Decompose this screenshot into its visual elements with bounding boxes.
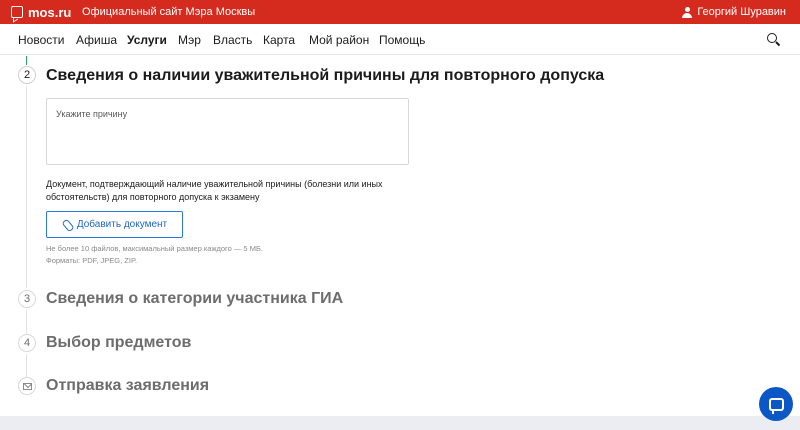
upload-limits: Не более 10 файлов, максимальный размер … [46, 243, 263, 267]
add-document-label: Добавить документ [76, 219, 168, 230]
upload-limit-size: Не более 10 файлов, максимальный размер … [46, 244, 263, 253]
nav-item-help[interactable]: Помощь [379, 33, 425, 47]
nav-item-mayor[interactable]: Мэр [178, 33, 201, 47]
nav-item-services[interactable]: Услуги [127, 33, 167, 47]
timeline-line [26, 86, 27, 288]
user-profile[interactable]: Георгий Шуравин [682, 6, 786, 18]
user-name: Георгий Шуравин [697, 6, 786, 18]
top-bar: mos.ru Официальный сайт Мэра Москвы Геор… [0, 0, 800, 24]
nav-item-my-district[interactable]: Мой район [309, 33, 369, 47]
step-envelope-badge [18, 377, 36, 395]
nav-item-map[interactable]: Карта [263, 33, 295, 47]
user-icon [682, 6, 693, 18]
add-document-button[interactable]: Добавить документ [46, 211, 183, 238]
step-number-badge: 3 [18, 290, 36, 308]
site-title: Официальный сайт Мэра Москвы [82, 6, 256, 18]
logo-icon[interactable] [11, 6, 23, 18]
step-title[interactable]: Сведения о категории участника ГИА [46, 290, 343, 308]
step-title: Сведения о наличии уважительной причины … [46, 67, 605, 84]
search-icon[interactable] [767, 33, 780, 46]
page-footer-strip [0, 416, 800, 430]
upload-limit-formats: Форматы: PDF, JPEG, ZIP. [46, 256, 138, 265]
chat-icon [768, 397, 784, 414]
step-title[interactable]: Отправка заявления [46, 377, 209, 395]
reason-input[interactable]: Укажите причину [46, 98, 409, 165]
nav-item-afisha[interactable]: Афиша [76, 33, 117, 47]
timeline-progress-line [26, 56, 27, 65]
nav-item-government[interactable]: Власть [213, 33, 252, 47]
timeline-line [26, 310, 27, 334]
step-number-badge: 2 [18, 66, 36, 84]
timeline-line [26, 354, 27, 378]
chat-button[interactable] [759, 387, 793, 421]
main-navigation: Новости Афиша Услуги Мэр Власть Карта Мо… [0, 24, 800, 55]
step-number-badge: 4 [18, 334, 36, 352]
logo-text[interactable]: mos.ru [28, 5, 71, 20]
step-title[interactable]: Выбор предметов [46, 334, 191, 352]
document-note: Документ, подтверждающий наличие уважите… [46, 179, 383, 202]
paperclip-icon [60, 217, 74, 231]
nav-item-news[interactable]: Новости [18, 33, 64, 47]
envelope-icon [22, 382, 32, 390]
